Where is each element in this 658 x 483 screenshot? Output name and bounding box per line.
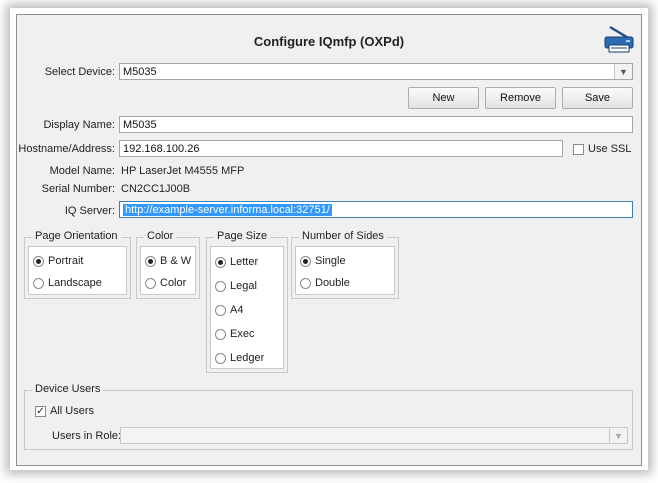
radio-double[interactable]: Double	[300, 277, 350, 289]
remove-button[interactable]: Remove	[485, 87, 556, 109]
model-name-value: HP LaserJet M4555 MFP	[121, 165, 245, 177]
radio-double-button[interactable]	[300, 277, 311, 289]
radio-exec-label: Exec	[230, 328, 255, 340]
radio-portrait-button[interactable]	[33, 255, 44, 267]
configure-dialog: Configure IQmfp (OXPd) Select Device: M5…	[16, 14, 642, 466]
page-orientation-title: Page Orientation	[32, 230, 121, 242]
display-name-label: Display Name:	[43, 119, 115, 131]
page-orientation-group: Page Orientation Portrait Landscape	[24, 230, 131, 299]
new-button[interactable]: New	[408, 87, 479, 109]
radio-single-label: Single	[315, 255, 346, 267]
printer-icon	[604, 25, 634, 53]
radio-letter-button[interactable]	[215, 256, 226, 268]
radio-letter-label: Letter	[230, 256, 259, 268]
all-users-checkbox[interactable]: ✓ All Users	[35, 405, 94, 417]
radio-single[interactable]: Single	[300, 255, 346, 267]
device-users-group: Device Users ✓ All Users Users in Role: …	[24, 383, 633, 450]
display-name-field[interactable]: M5035	[119, 116, 633, 133]
radio-bw-label: B & W	[160, 255, 192, 267]
number-of-sides-panel: Single Double	[295, 246, 395, 295]
checkmark-icon[interactable]: ✓	[35, 405, 46, 417]
serial-number-value: CN2CC1J00B	[121, 183, 191, 195]
serial-number-label: Serial Number:	[41, 183, 115, 195]
radio-legal-label: Legal	[230, 280, 257, 292]
page-size-group: Page Size Letter Legal A4 Exec Ledger	[206, 230, 288, 373]
page-orientation-panel: Portrait Landscape	[28, 246, 127, 295]
use-ssl-check-box[interactable]	[573, 143, 584, 155]
radio-a4-label: A4	[230, 304, 244, 316]
radio-a4-button[interactable]	[215, 304, 226, 316]
radio-bw[interactable]: B & W	[145, 255, 191, 267]
radio-ledger-label: Ledger	[230, 352, 265, 364]
iq-server-field[interactable]: http://example-server.informa.local:3275…	[119, 201, 633, 218]
radio-letter[interactable]: Letter	[215, 256, 258, 268]
use-ssl-label: Use SSL	[588, 143, 632, 155]
chevron-down-icon[interactable]: ▼	[609, 428, 627, 443]
device-users-title: Device Users	[32, 383, 104, 395]
radio-legal[interactable]: Legal	[215, 280, 257, 292]
hostname-label: Hostname/Address:	[18, 143, 115, 155]
iq-server-value: http://example-server.informa.local:3275…	[123, 204, 332, 216]
iq-server-label: IQ Server:	[64, 205, 115, 217]
radio-landscape-button[interactable]	[33, 277, 44, 289]
page-size-panel: Letter Legal A4 Exec Ledger	[210, 246, 284, 369]
radio-exec[interactable]: Exec	[215, 328, 254, 340]
page-size-title: Page Size	[214, 230, 271, 242]
color-group: Color B & W Color	[136, 230, 200, 299]
number-of-sides-group: Number of Sides Single Double	[291, 230, 399, 299]
color-panel: B & W Color	[140, 246, 196, 295]
radio-ledger-button[interactable]	[215, 352, 226, 364]
radio-bw-button[interactable]	[145, 255, 156, 267]
select-device-label: Select Device:	[44, 66, 115, 78]
all-users-label: All Users	[50, 405, 95, 417]
use-ssl-checkbox[interactable]: Use SSL	[573, 143, 631, 155]
radio-single-button[interactable]	[300, 255, 311, 267]
dialog-title: Configure IQmfp (OXPd)	[253, 34, 405, 49]
radio-color-label: Color	[160, 277, 187, 289]
save-button[interactable]: Save	[562, 87, 633, 109]
radio-color[interactable]: Color	[145, 277, 186, 289]
number-of-sides-title: Number of Sides	[299, 230, 387, 242]
model-name-label: Model Name:	[49, 165, 115, 177]
radio-portrait-label: Portrait	[48, 255, 84, 267]
radio-landscape-label: Landscape	[48, 277, 102, 289]
select-device-value: M5035	[123, 66, 157, 78]
radio-landscape[interactable]: Landscape	[33, 277, 102, 289]
select-device-dropdown[interactable]: M5035 ▼	[119, 63, 633, 80]
radio-a4[interactable]: A4	[215, 304, 243, 316]
users-in-role-dropdown[interactable]: ▼	[120, 427, 628, 444]
radio-ledger[interactable]: Ledger	[215, 352, 264, 364]
radio-color-button[interactable]	[145, 277, 156, 289]
radio-portrait[interactable]: Portrait	[33, 255, 83, 267]
hostname-field[interactable]: 192.168.100.26	[119, 140, 563, 157]
radio-exec-button[interactable]	[215, 328, 226, 340]
chevron-down-icon[interactable]: ▼	[614, 64, 632, 79]
radio-double-label: Double	[315, 277, 350, 289]
color-title: Color	[144, 230, 177, 242]
radio-legal-button[interactable]	[215, 280, 226, 292]
users-in-role-label: Users in Role:	[52, 430, 122, 442]
